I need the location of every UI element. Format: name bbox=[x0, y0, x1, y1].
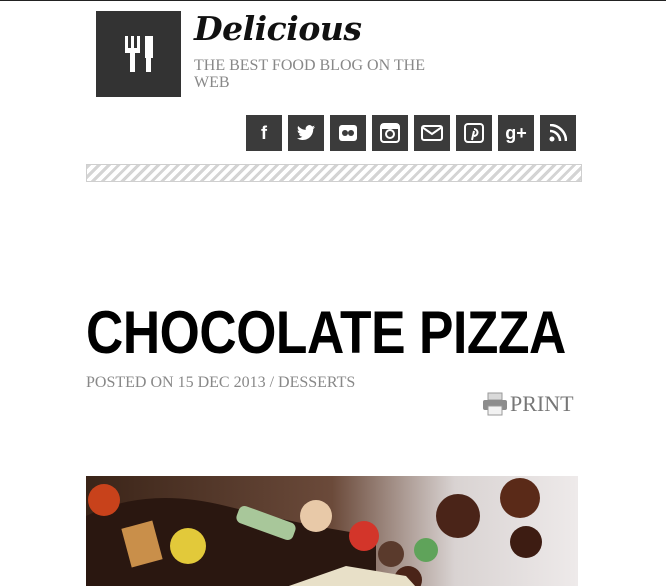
instagram-icon bbox=[380, 123, 400, 143]
post-meta: POSTED ON 15 DEC 2013/DESSERTS bbox=[86, 374, 355, 392]
rss-icon bbox=[549, 124, 567, 142]
printer-icon bbox=[483, 392, 507, 416]
post-featured-image[interactable] bbox=[86, 476, 578, 586]
email-link[interactable] bbox=[414, 115, 450, 151]
post-title[interactable]: CHOCOLATE PIZZA bbox=[86, 295, 566, 371]
post-category-link[interactable]: DESSERTS bbox=[278, 374, 355, 391]
twitter-icon bbox=[297, 125, 315, 140]
facebook-link[interactable]: f bbox=[246, 115, 282, 151]
site-title[interactable]: Delicious bbox=[194, 9, 362, 48]
rss-link[interactable] bbox=[540, 115, 576, 151]
print-button[interactable]: PRINT bbox=[482, 391, 574, 417]
google-plus-icon: g+ bbox=[505, 122, 527, 143]
facebook-icon: f bbox=[261, 122, 267, 143]
site-tagline: THE BEST FOOD BLOG ON THE WEB bbox=[194, 57, 425, 91]
instagram-link[interactable] bbox=[372, 115, 408, 151]
twitter-link[interactable] bbox=[288, 115, 324, 151]
fork-knife-icon bbox=[124, 36, 153, 72]
google-plus-link[interactable]: g+ bbox=[498, 115, 534, 151]
hatched-divider bbox=[86, 164, 582, 182]
flickr-link[interactable] bbox=[330, 115, 366, 151]
pinterest-link[interactable] bbox=[456, 115, 492, 151]
flickr-icon bbox=[339, 125, 357, 141]
social-links: f g+ bbox=[246, 115, 576, 151]
print-label: PRINT bbox=[510, 391, 574, 416]
site-logo[interactable] bbox=[96, 11, 181, 97]
meta-separator: / bbox=[269, 374, 275, 391]
email-icon bbox=[421, 125, 443, 141]
post-date: POSTED ON 15 DEC 2013 bbox=[86, 374, 266, 391]
pinterest-icon bbox=[464, 123, 484, 143]
